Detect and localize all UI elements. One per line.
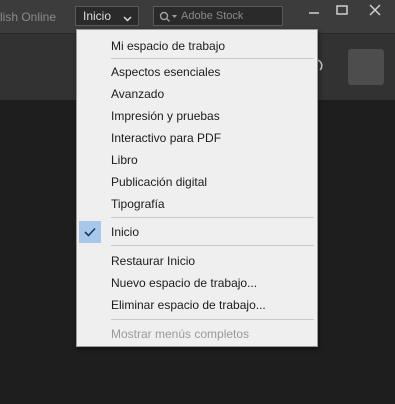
menu-item-restaurar-inicio[interactable]: Restaurar Inicio — [77, 250, 317, 272]
chevron-down-icon — [123, 12, 132, 26]
menu-item-libro[interactable]: Libro — [77, 149, 317, 171]
menu-item-mostrar-menus-completos: Mostrar menús completos — [77, 323, 317, 345]
workspace-menu: Mi espacio de trabajo Aspectos esenciale… — [76, 29, 318, 347]
menu-item-label: Mi espacio de trabajo — [111, 39, 226, 53]
menu-divider — [111, 245, 314, 246]
menu-item-label: Inicio — [111, 225, 140, 239]
menu-item-interactivo-pdf[interactable]: Interactivo para PDF — [77, 127, 317, 149]
menu-item-label: Impresión y pruebas — [111, 109, 220, 123]
workspace-switcher[interactable]: Inicio — [75, 6, 139, 26]
menu-item-label: Publicación digital — [111, 175, 208, 189]
menu-item-label: Eliminar espacio de trabajo... — [111, 298, 266, 312]
minimize-button[interactable] — [303, 2, 325, 18]
search-placeholder: Adobe Stock — [181, 10, 244, 22]
menu-item-label: Tipografía — [111, 197, 165, 211]
adobe-stock-search[interactable]: Adobe Stock — [153, 6, 283, 26]
menu-item-nuevo-espacio[interactable]: Nuevo espacio de trabajo... — [77, 272, 317, 294]
menu-item-label: Libro — [111, 153, 138, 167]
menu-item-aspectos-esenciales[interactable]: Aspectos esenciales — [77, 61, 317, 83]
workspace-switcher-label: Inicio — [83, 9, 112, 23]
menu-item-mi-espacio[interactable]: Mi espacio de trabajo — [77, 35, 317, 57]
menu-item-inicio[interactable]: Inicio — [77, 221, 317, 243]
maximize-button[interactable] — [331, 2, 353, 18]
menu-item-label: Interactivo para PDF — [111, 131, 222, 145]
publish-online-button[interactable]: lish Online — [0, 10, 56, 24]
menu-item-publicacion-digital[interactable]: Publicación digital — [77, 171, 317, 193]
menu-divider — [111, 217, 314, 218]
menu-divider — [111, 58, 314, 59]
checkmark-icon — [79, 221, 101, 243]
toolbar-button[interactable] — [348, 49, 384, 85]
menu-item-label: Aspectos esenciales — [111, 65, 221, 79]
menu-item-label: Mostrar menús completos — [111, 327, 250, 341]
menu-item-eliminar-espacio[interactable]: Eliminar espacio de trabajo... — [77, 294, 317, 316]
menu-item-tipografia[interactable]: Tipografía — [77, 193, 317, 215]
search-icon — [159, 10, 179, 28]
menu-item-label: Nuevo espacio de trabajo... — [111, 276, 258, 290]
menu-item-label: Avanzado — [111, 87, 165, 101]
menu-divider — [111, 319, 314, 320]
menu-item-label: Restaurar Inicio — [111, 254, 196, 268]
menu-item-impresion-pruebas[interactable]: Impresión y pruebas — [77, 105, 317, 127]
menu-item-avanzado[interactable]: Avanzado — [77, 83, 317, 105]
close-button[interactable] — [364, 2, 386, 18]
